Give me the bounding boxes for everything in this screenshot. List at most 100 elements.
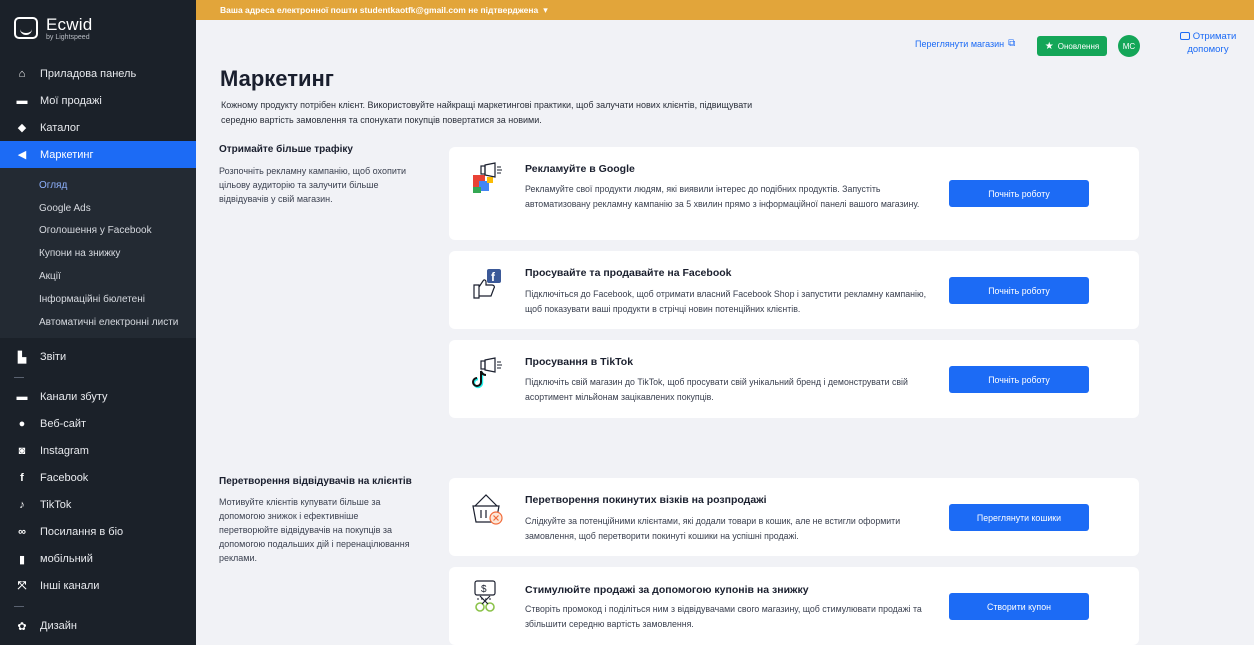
subnav-overview[interactable]: Огляд	[0, 174, 196, 197]
sidebar: Ecwid by Lightspeed ⌂ Приладова панель ▬…	[0, 0, 196, 645]
sidebar-item-label: Посилання в біо	[40, 526, 124, 539]
tag-icon: ◆	[17, 122, 27, 134]
logo-name: Ecwid	[46, 14, 93, 34]
view-store-link[interactable]: Переглянути магазин ⧉	[915, 38, 1015, 49]
card-facebook: f Просувайте та продавайте на Facebook П…	[449, 251, 1139, 329]
marketing-subnav: Огляд Google Ads Оголошення у Facebook К…	[0, 168, 196, 338]
other-channels-icon: ⤧	[17, 579, 27, 592]
palette-icon: ✿	[17, 620, 27, 633]
tiktok-get-started-button[interactable]: Почніть роботу	[949, 366, 1089, 393]
card-title: Стимулюйте продажі за допомогою купонів …	[525, 584, 809, 596]
facebook-icon: f	[20, 472, 24, 485]
facebook-like-icon: f	[473, 269, 501, 299]
external-link-icon: ⧉	[1008, 38, 1016, 49]
sidebar-item-label: Інші канали	[40, 580, 100, 593]
ecwid-bag-icon	[14, 17, 38, 39]
page-title: Маркетинг	[220, 66, 334, 91]
section-title-traffic: Отримайте більше трафіку	[219, 144, 353, 155]
card-desc: Підключіться до Facebook, щоб отримати в…	[525, 289, 927, 314]
megaphone-icon: ◀	[17, 149, 27, 161]
sidebar-item-label: Дизайн	[40, 620, 77, 633]
sales-icon: ▬	[16, 94, 28, 107]
updates-button[interactable]: ★ Оновлення	[1037, 36, 1107, 56]
help-label: Отримати допомогу	[1187, 31, 1237, 55]
google-get-started-button[interactable]: Почніть роботу	[949, 180, 1089, 207]
sidebar-item-mobile[interactable]: ▮ мобільний	[0, 546, 196, 573]
section-desc-conversion: Мотивуйте клієнтів купувати більше за до…	[219, 497, 410, 563]
card-google-ads: Рекламуйте в Google Рекламуйте свої прод…	[449, 147, 1139, 240]
subnav-google-ads[interactable]: Google Ads	[0, 197, 196, 220]
sidebar-item-reports[interactable]: ▙ Звіти	[0, 344, 196, 371]
svg-text:$: $	[481, 584, 487, 595]
sidebar-item-catalog[interactable]: ◆ Каталог	[0, 114, 196, 141]
card-tiktok: Просування в TikTok Підключіть свій мага…	[449, 340, 1139, 418]
card-discount-coupons: $ Стимулюйте продажі за допомогою купоні…	[449, 567, 1139, 645]
email-unverified-banner[interactable]: Ваша адреса електронної пошти studentkao…	[196, 0, 1254, 20]
card-title: Просування в TikTok	[525, 356, 634, 368]
facebook-get-started-button[interactable]: Почніть роботу	[949, 277, 1089, 304]
sidebar-item-label: мобільний	[40, 553, 93, 566]
subnav-discount-coupons[interactable]: Купони на знижку	[0, 242, 196, 265]
sidebar-item-label: Звіти	[40, 351, 67, 364]
instagram-icon: ◙	[18, 445, 26, 458]
subnav-promotions[interactable]: Акції	[0, 265, 196, 288]
get-help-link[interactable]: Отримати допомогу	[1172, 30, 1244, 56]
globe-icon: ●	[18, 418, 26, 431]
link-icon: ∞	[18, 526, 26, 539]
section-title-conversion: Перетворення відвідувачів на клієнтів	[219, 476, 412, 487]
sidebar-item-label: Маркетинг	[40, 148, 94, 161]
sidebar-item-design[interactable]: ✿ Дизайн	[0, 613, 196, 640]
sidebar-item-label: Мої продажі	[40, 94, 102, 107]
card-title: Просувайте та продавайте на Facebook	[525, 267, 732, 279]
sidebar-item-website[interactable]: ● Веб-сайт	[0, 411, 196, 438]
sidebar-item-label: Instagram	[40, 445, 89, 458]
sidebar-item-label: Каталог	[40, 121, 80, 134]
updates-label: Оновлення	[1057, 41, 1100, 51]
ecwid-logo[interactable]: Ecwid by Lightspeed	[0, 0, 196, 46]
channels-icon: ▬	[16, 391, 28, 404]
sidebar-item-label: Канали збуту	[40, 391, 108, 404]
subnav-automated-emails[interactable]: Автоматичні електронні листи	[0, 311, 196, 334]
avatar[interactable]: MC	[1118, 35, 1140, 57]
section-desc-traffic: Розпочніть рекламну кампанію, щоб охопит…	[219, 166, 407, 204]
abandoned-cart-icon	[472, 494, 503, 525]
view-carts-button[interactable]: Переглянути кошики	[949, 504, 1089, 531]
card-abandoned-carts: Перетворення покинутих візків на розпрод…	[449, 478, 1139, 556]
logo-sub: by Lightspeed	[46, 33, 90, 41]
sidebar-item-sales-channels[interactable]: ▬ Канали збуту	[0, 384, 196, 411]
tiktok-icon: ♪	[19, 499, 25, 512]
sidebar-item-dashboard[interactable]: ⌂ Приладова панель	[0, 60, 196, 87]
divider	[0, 371, 196, 384]
divider	[0, 600, 196, 613]
card-desc: Створіть промокод і поділіться ним з від…	[525, 604, 922, 629]
page-intro: Кожному продукту потрібен клієнт. Викори…	[221, 100, 753, 125]
card-desc: Підключіть свій магазин до TikTok, щоб п…	[525, 377, 908, 402]
sidebar-item-my-sales[interactable]: ▬ Мої продажі	[0, 87, 196, 114]
subnav-newsletters[interactable]: Інформаційні бюлетені	[0, 288, 196, 311]
sidebar-item-tiktok[interactable]: ♪ TikTok	[0, 492, 196, 519]
view-store-label: Переглянути магазин	[915, 38, 1005, 49]
star-icon: ★	[1044, 40, 1054, 52]
coupon-icon: $	[474, 580, 496, 612]
sidebar-item-other-channels[interactable]: ⤧ Інші канали	[0, 573, 196, 600]
google-ads-icon	[473, 162, 502, 193]
sidebar-item-facebook[interactable]: f Facebook	[0, 465, 196, 492]
sidebar-item-label: Веб-сайт	[40, 418, 87, 431]
mobile-icon: ▮	[18, 553, 26, 566]
chevron-down-icon: ▾	[543, 4, 548, 15]
card-desc: Слідкуйте за потенційними клієнтами, які…	[525, 516, 901, 541]
create-coupon-button[interactable]: Створити купон	[949, 593, 1089, 620]
bar-chart-icon: ▙	[17, 351, 27, 364]
sidebar-item-label: Приладова панель	[40, 67, 137, 80]
sidebar-item-link-in-bio[interactable]: ∞ Посилання в біо	[0, 519, 196, 546]
sidebar-item-label: TikTok	[40, 499, 72, 512]
sidebar-item-instagram[interactable]: ◙ Instagram	[0, 438, 196, 465]
card-desc: Рекламуйте свої продукти людям, які вияв…	[525, 184, 920, 209]
home-icon: ⌂	[18, 67, 26, 80]
subnav-facebook-ads[interactable]: Оголошення у Facebook	[0, 220, 196, 243]
card-title: Перетворення покинутих візків на розпрод…	[525, 494, 767, 506]
chat-bubble-icon	[1179, 32, 1190, 40]
sidebar-item-marketing[interactable]: ◀ Маркетинг	[0, 141, 196, 168]
sidebar-item-label: Facebook	[40, 472, 89, 485]
tiktok-megaphone-icon	[472, 357, 502, 389]
